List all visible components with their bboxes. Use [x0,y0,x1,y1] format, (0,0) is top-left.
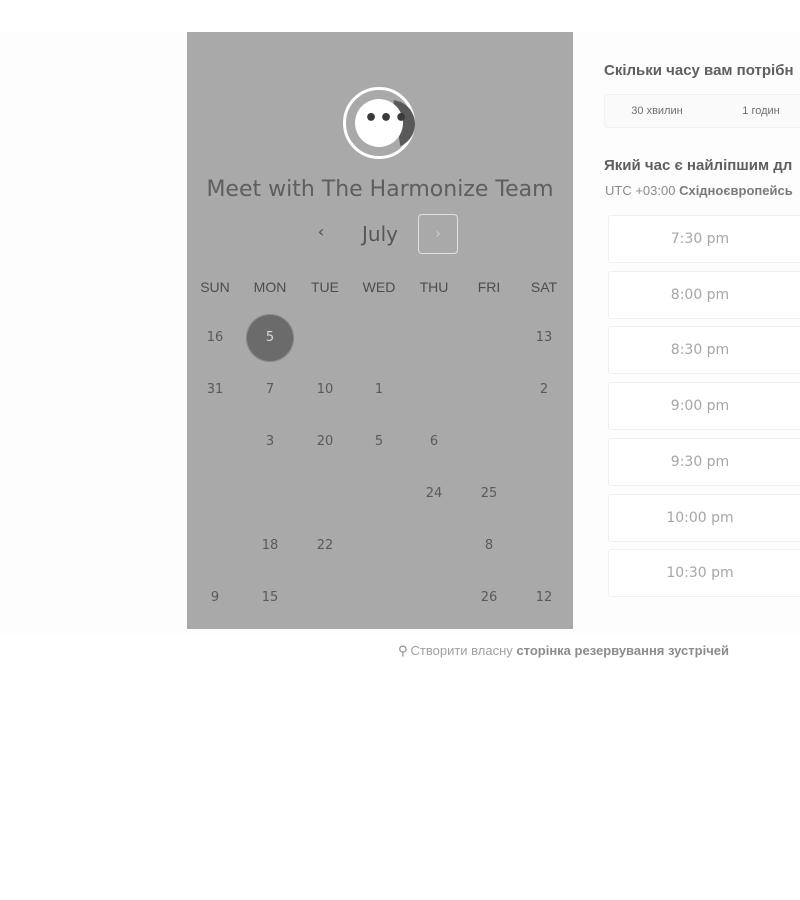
timezone-name: Східноєвропейсь [679,183,793,198]
time-slot-label: 8:00 pm [670,286,730,303]
calendar-day[interactable]: 24 [410,470,458,518]
footer-text: Створити власну [410,643,517,658]
time-slot-label: 9:00 pm [670,398,730,415]
weekday-4: THU [419,279,449,295]
timezone-offset: UTC +03:00 [605,183,680,198]
calendar-day[interactable]: 31 [191,366,239,414]
calendar-day[interactable]: 15 [246,574,294,622]
sprocket-icon: ⚲ [398,644,408,659]
next-month-button[interactable]: › [418,214,458,254]
calendar-day[interactable]: 22 [301,522,349,570]
calendar-day[interactable]: 20 [301,418,349,466]
calendar-day[interactable]: 12 [520,574,568,622]
calendar-day[interactable]: 16 [191,314,239,362]
time-slot-button[interactable]: 10:30 pm [608,549,800,598]
meeting-title: Meet with The Harmonize Team [206,177,554,202]
weekday-1: MON [253,279,287,295]
time-slot-button[interactable]: 9:00 pm [608,382,800,431]
duration-question: Скільки часу вам потрібн [604,62,794,79]
time-slot-button[interactable]: 10:00 pm [608,493,800,542]
duration-selector: 30 хвилин 1 годин [604,94,800,128]
ellipsis-icon: ••• [364,106,410,131]
time-slot-button[interactable]: 8:00 pm [608,270,800,319]
weekday-3: WED [362,279,396,295]
calendar-day[interactable]: 5 [355,418,403,466]
month-label: July [362,222,398,246]
time-slot-label: 7:30 pm [670,231,730,247]
time-slot-label: 10:30 pm [666,565,734,582]
calendar-day[interactable]: 18 [246,522,294,570]
duration-option-30[interactable]: 30 хвилин [605,95,709,127]
calendar-day[interactable]: 2 [520,366,568,414]
chat-avatar-icon: ••• [343,87,415,159]
time-question: Який час є найліпшим дл [604,157,793,174]
footer-promo[interactable]: ⚲ Створити власну сторінка резервування з… [398,643,729,659]
time-slot-button[interactable]: 8:30 pm [608,326,800,375]
weekday-2: TUE [311,279,339,295]
calendar-day[interactable]: 13 [520,314,568,362]
time-slot-label: 8:30 pm [670,342,730,359]
calendar-day[interactable]: 7 [246,366,294,414]
calendar-day[interactable]: 10 [301,366,349,414]
time-slot-label: 10:00 pm [666,509,734,526]
calendar-day[interactable]: 8 [465,522,513,570]
time-slot-button[interactable]: 7:30 pm [608,215,800,263]
prev-month-button[interactable]: ‹ [311,222,331,246]
calendar-day[interactable]: 26 [465,574,513,622]
footer-link[interactable]: сторінка резервування зустрічей [516,643,729,658]
weekday-0: SUN [200,279,230,295]
time-slot-label: 9:30 pm [670,453,730,470]
calendar-day[interactable]: 1 [355,366,403,414]
duration-option-60[interactable]: 1 годин [709,95,800,127]
time-slot-button[interactable]: 9:30 pm [608,437,800,486]
calendar-day[interactable]: 6 [410,418,458,466]
weekday-5: FRI [477,279,501,295]
calendar-day[interactable]: 3 [246,418,294,466]
calendar-day[interactable]: 5 [246,314,294,362]
calendar-day[interactable]: 9 [191,574,239,622]
timezone-label[interactable]: UTC +03:00 Східноєвропейсь [605,183,793,198]
weekday-6: SAT [530,279,558,295]
calendar-day[interactable]: 25 [465,470,513,518]
